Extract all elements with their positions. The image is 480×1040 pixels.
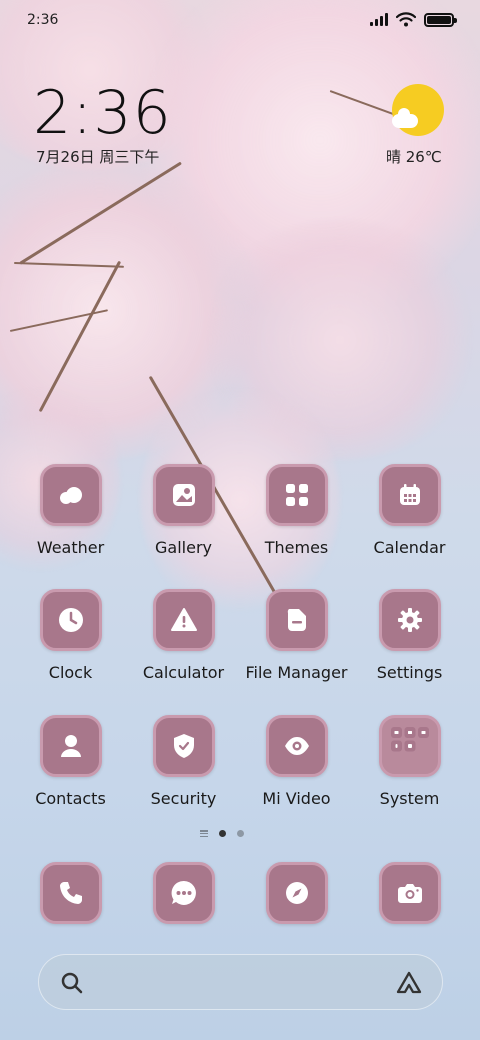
battery-icon bbox=[424, 12, 457, 27]
app-drawer-indicator-icon bbox=[200, 830, 208, 837]
phone-icon bbox=[39, 862, 102, 924]
app-label: System bbox=[379, 789, 440, 808]
calculator-icon bbox=[152, 589, 215, 651]
file-manager-icon bbox=[265, 589, 328, 651]
app-security[interactable]: Security bbox=[127, 715, 240, 808]
dock-browser[interactable] bbox=[240, 862, 353, 924]
app-label: Clock bbox=[48, 663, 93, 682]
wifi-icon bbox=[396, 12, 416, 27]
clock-icon bbox=[39, 589, 102, 651]
page-dot bbox=[237, 830, 244, 837]
app-calculator[interactable]: Calculator bbox=[127, 589, 240, 682]
themes-icon bbox=[265, 464, 328, 526]
clock-widget-date[interactable]: 7月26日 周三下午 bbox=[36, 146, 159, 167]
status-time: 2:36 bbox=[27, 12, 59, 28]
app-weather[interactable]: Weather bbox=[14, 464, 127, 557]
app-mi-video[interactable]: Mi Video bbox=[240, 715, 353, 808]
app-contacts[interactable]: Contacts bbox=[14, 715, 127, 808]
status-bar: 2:36 bbox=[0, 0, 480, 40]
app-file-manager[interactable]: File Manager bbox=[240, 589, 353, 682]
folder-icon bbox=[378, 715, 441, 777]
calendar-icon bbox=[378, 464, 441, 526]
app-gallery[interactable]: Gallery bbox=[127, 464, 240, 557]
mi-video-icon bbox=[265, 715, 328, 777]
contacts-icon bbox=[39, 715, 102, 777]
search-icon[interactable] bbox=[60, 971, 84, 995]
app-label: Mi Video bbox=[262, 789, 331, 808]
app-label: Settings bbox=[376, 663, 443, 682]
app-label: Calendar bbox=[373, 538, 446, 557]
app-label: Security bbox=[150, 789, 217, 808]
browser-icon bbox=[265, 862, 328, 924]
dock-phone[interactable] bbox=[14, 862, 127, 924]
app-themes[interactable]: Themes bbox=[240, 464, 353, 557]
camera-icon bbox=[378, 862, 441, 924]
weather-icon bbox=[39, 464, 102, 526]
app-label: Themes bbox=[264, 538, 329, 557]
gallery-icon bbox=[152, 464, 215, 526]
app-label: File Manager bbox=[245, 663, 348, 682]
page-indicator[interactable] bbox=[200, 830, 244, 837]
messages-icon bbox=[152, 862, 215, 924]
app-label: Gallery bbox=[155, 538, 212, 557]
assistant-icon[interactable] bbox=[395, 970, 423, 996]
app-calendar[interactable]: Calendar bbox=[353, 464, 466, 557]
app-label: Weather bbox=[36, 538, 105, 557]
dock-camera[interactable] bbox=[353, 862, 466, 924]
security-icon bbox=[152, 715, 215, 777]
search-bar[interactable] bbox=[38, 954, 443, 1010]
page-dot-active bbox=[219, 830, 226, 837]
clock-widget-time[interactable]: 2:36 bbox=[33, 78, 172, 148]
app-clock[interactable]: Clock bbox=[14, 589, 127, 682]
weather-cloud-shape bbox=[392, 108, 418, 128]
status-icons bbox=[370, 12, 457, 27]
dock-messages[interactable] bbox=[127, 862, 240, 924]
app-system-folder[interactable]: System bbox=[353, 715, 466, 808]
cell-signal-icon bbox=[370, 13, 388, 26]
app-settings[interactable]: Settings bbox=[353, 589, 466, 682]
weather-widget-text[interactable]: 晴 26℃ bbox=[386, 146, 442, 167]
settings-icon bbox=[378, 589, 441, 651]
app-label: Contacts bbox=[35, 789, 106, 808]
app-label: Calculator bbox=[142, 663, 225, 682]
